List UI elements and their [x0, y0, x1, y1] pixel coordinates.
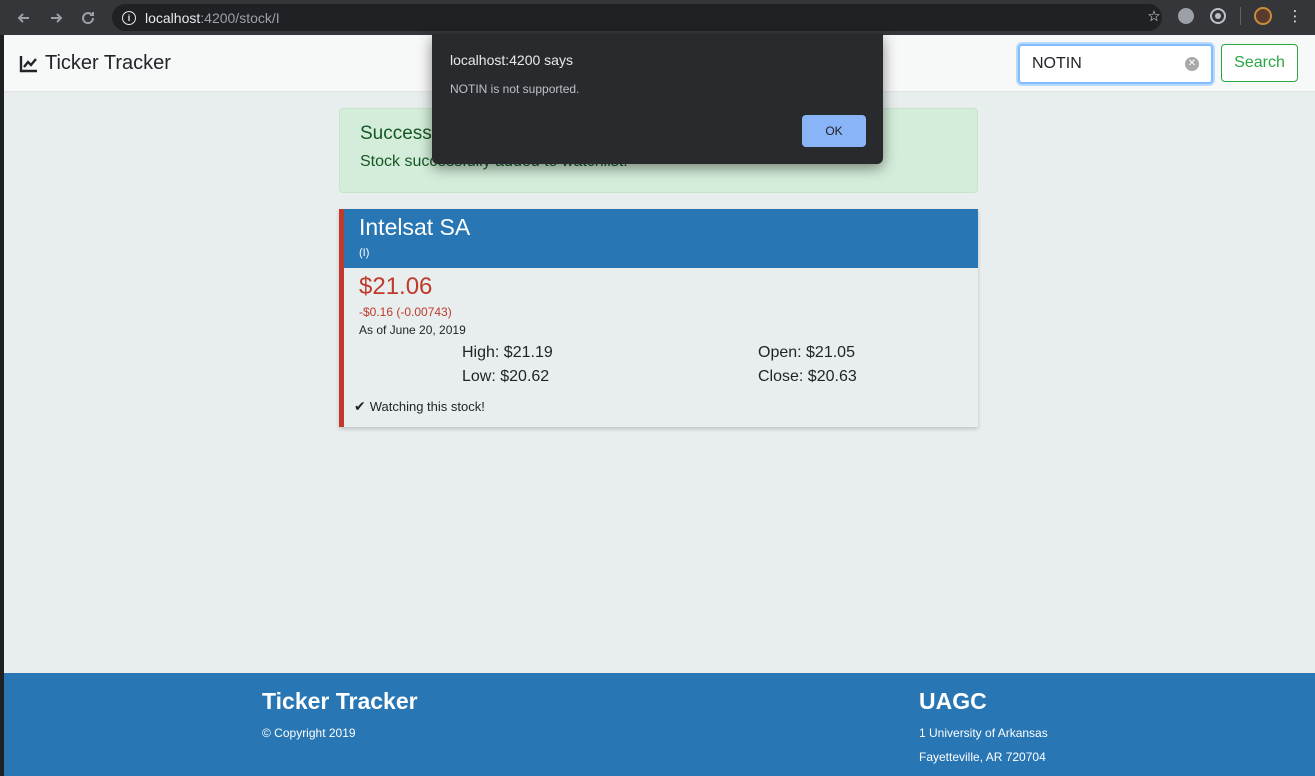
- alert-dialog: localhost:4200 says NOTIN is not support…: [432, 34, 883, 164]
- footer: Ticker Tracker © Copyright 2019 UAGC 1 U…: [4, 673, 1315, 776]
- stock-symbol: (I): [359, 247, 370, 259]
- bookmark-star-icon[interactable]: ☆: [1144, 6, 1164, 26]
- extension-target-icon[interactable]: [1208, 6, 1228, 26]
- info-icon[interactable]: i: [122, 10, 136, 25]
- brand-label: Ticker Tracker: [45, 52, 171, 74]
- stock-as-of: As of June 20, 2019: [359, 323, 466, 337]
- url-host: localhost: [145, 9, 201, 26]
- stock-open: Open: $21.05: [758, 344, 855, 361]
- dialog-message: NOTIN is not supported.: [450, 82, 580, 96]
- stock-high: High: $21.19: [462, 344, 553, 361]
- reload-icon[interactable]: [76, 6, 100, 30]
- footer-org: UAGC: [919, 688, 987, 714]
- dialog-title: localhost:4200 says: [450, 52, 573, 68]
- search-button[interactable]: Search: [1221, 44, 1298, 82]
- back-icon[interactable]: [12, 6, 36, 30]
- stock-card-header: Intelsat SA (I): [344, 209, 978, 268]
- profile-avatar[interactable]: [1253, 6, 1273, 26]
- menu-kebab-icon[interactable]: ⋮: [1285, 6, 1305, 26]
- search-input[interactable]: [1020, 55, 1170, 73]
- footer-address-line2: Fayetteville, AR 720704: [919, 750, 1046, 764]
- footer-copyright: © Copyright 2019: [262, 726, 356, 740]
- watching-status: ✔ Watching this stock!: [354, 398, 485, 415]
- line-chart-icon: [19, 55, 37, 72]
- stock-card-body: $21.06 -$0.16 (-0.00743) As of June 20, …: [344, 268, 978, 427]
- browser-toolbar: i localhost:4200/stock/I ☆ ⋮: [0, 0, 1315, 35]
- stock-price: $21.06: [359, 273, 433, 300]
- watching-label: Watching this stock!: [369, 399, 485, 414]
- extension-icon[interactable]: [1176, 6, 1196, 26]
- footer-address-line1: 1 University of Arkansas: [919, 726, 1048, 740]
- stock-close: Close: $20.63: [758, 368, 857, 385]
- forward-icon[interactable]: [44, 6, 68, 30]
- navbar-brand[interactable]: Ticker Tracker: [19, 52, 171, 75]
- search-field[interactable]: ✕: [1018, 44, 1213, 84]
- toolbar-divider: [1240, 7, 1241, 25]
- address-bar[interactable]: i localhost:4200/stock/I: [112, 4, 1162, 31]
- stock-name: Intelsat SA: [359, 214, 471, 240]
- stock-card: Intelsat SA (I) $21.06 -$0.16 (-0.00743)…: [339, 209, 978, 427]
- dialog-ok-button[interactable]: OK: [802, 115, 866, 147]
- clear-search-icon[interactable]: ✕: [1185, 57, 1199, 71]
- check-icon: ✔: [354, 398, 366, 414]
- url-path: :4200/stock/I: [200, 9, 280, 26]
- footer-title: Ticker Tracker: [262, 688, 418, 714]
- stock-low: Low: $20.62: [462, 368, 550, 385]
- stock-change: -$0.16 (-0.00743): [359, 305, 452, 319]
